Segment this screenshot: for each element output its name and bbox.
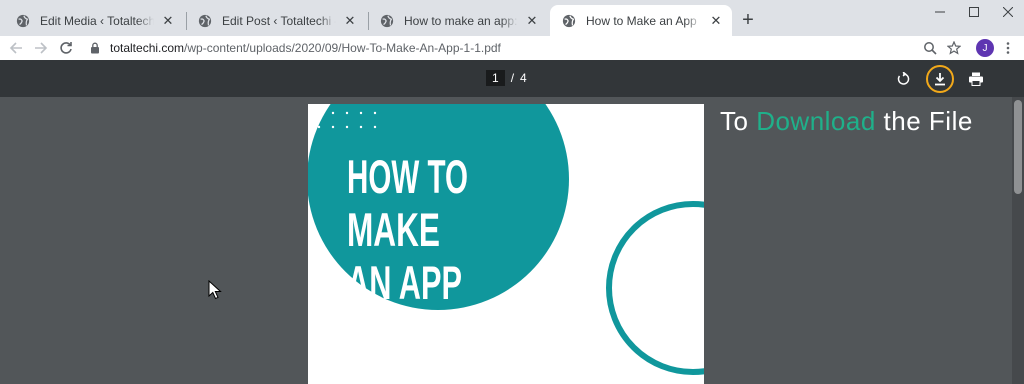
- reload-button[interactable]: [56, 38, 76, 58]
- scrollbar-thumb[interactable]: [1014, 100, 1022, 194]
- globe-icon: [562, 14, 576, 27]
- tab-how-to-make-an-app[interactable]: How to Make an App ✕: [550, 5, 732, 36]
- maximize-icon: [969, 7, 979, 17]
- close-icon[interactable]: ✕: [708, 13, 724, 29]
- minimize-icon: [935, 11, 945, 13]
- browser-toolbar: totaltechi.com/wp-content/uploads/2020/0…: [0, 36, 1024, 60]
- profile-avatar[interactable]: J: [976, 39, 994, 57]
- caption-accent: Download: [756, 106, 876, 136]
- current-page-input[interactable]: 1: [486, 70, 505, 86]
- forward-button[interactable]: [31, 38, 51, 58]
- search-icon: [924, 42, 937, 55]
- close-icon[interactable]: ✕: [160, 13, 176, 29]
- arrow-left-icon: [9, 42, 22, 54]
- tab-strip: Edit Media ‹ Totaltechi — WordPress ✕ Ed…: [0, 0, 1024, 36]
- address-bar[interactable]: totaltechi.com/wp-content/uploads/2020/0…: [84, 36, 964, 60]
- menu-button[interactable]: [998, 38, 1018, 58]
- arrow-right-icon: [35, 42, 48, 54]
- url-path: /wp-content/uploads/2020/09/How-To-Make-…: [184, 41, 501, 55]
- close-icon: [1003, 7, 1013, 17]
- tab-edit-post[interactable]: Edit Post ‹ Totaltechi — WordPress ✕: [186, 5, 366, 36]
- rotate-button[interactable]: [892, 68, 914, 90]
- globe-icon: [16, 14, 30, 27]
- close-icon[interactable]: ✕: [342, 13, 358, 29]
- teal-ring-shape: [606, 201, 704, 375]
- globe-icon: [380, 14, 394, 27]
- pdf-page: HOW TO MAKE AN APP: [308, 104, 704, 384]
- download-instruction-caption: To Download the File: [720, 106, 973, 137]
- doc-title-line-2: MAKE: [347, 203, 440, 256]
- tab-title: How to make an app: Lessons Learned: [404, 13, 518, 28]
- print-button[interactable]: [965, 68, 987, 90]
- bookmark-button[interactable]: [944, 38, 964, 58]
- total-pages: 4: [520, 71, 527, 85]
- page-separator: /: [510, 71, 515, 85]
- rotate-icon: [897, 72, 910, 85]
- page-artwork: HOW TO MAKE AN APP: [308, 104, 704, 375]
- lock-icon: [91, 42, 99, 54]
- doc-title-line-1: HOW TO: [347, 150, 468, 203]
- new-tab-button[interactable]: +: [736, 8, 760, 32]
- tab-edit-media[interactable]: Edit Media ‹ Totaltechi — WordPress ✕: [4, 5, 184, 36]
- more-vert-icon: [1006, 42, 1010, 54]
- star-icon: [947, 41, 961, 55]
- tab-title: How to Make an App: [586, 13, 697, 28]
- doc-title-line-3: AN APP: [347, 256, 462, 309]
- tab-title: Edit Post ‹ Totaltechi — WordPress: [222, 13, 336, 28]
- url-text: totaltechi.com/wp-content/uploads/2020/0…: [110, 41, 501, 55]
- window-close-button[interactable]: [988, 0, 1024, 24]
- url-host: totaltechi.com: [110, 41, 185, 55]
- mouse-pointer-icon: [208, 280, 222, 300]
- tab-title: Edit Media ‹ Totaltechi — WordPress: [40, 13, 154, 28]
- zoom-button[interactable]: [920, 38, 940, 58]
- reload-icon: [60, 42, 72, 54]
- back-button[interactable]: [6, 38, 26, 58]
- printer-icon: [969, 72, 983, 86]
- close-icon[interactable]: ✕: [524, 13, 540, 29]
- globe-icon: [198, 14, 212, 27]
- page-indicator: 1 / 4: [486, 70, 527, 86]
- caption-suffix: the File: [875, 106, 973, 136]
- download-highlight-circle: [926, 65, 954, 93]
- pdf-toolbar: 1 / 4: [0, 60, 1024, 97]
- tab-how-to-make-app-lessons[interactable]: How to make an app: Lessons Learned ✕: [368, 5, 548, 36]
- caption-prefix: To: [720, 106, 757, 136]
